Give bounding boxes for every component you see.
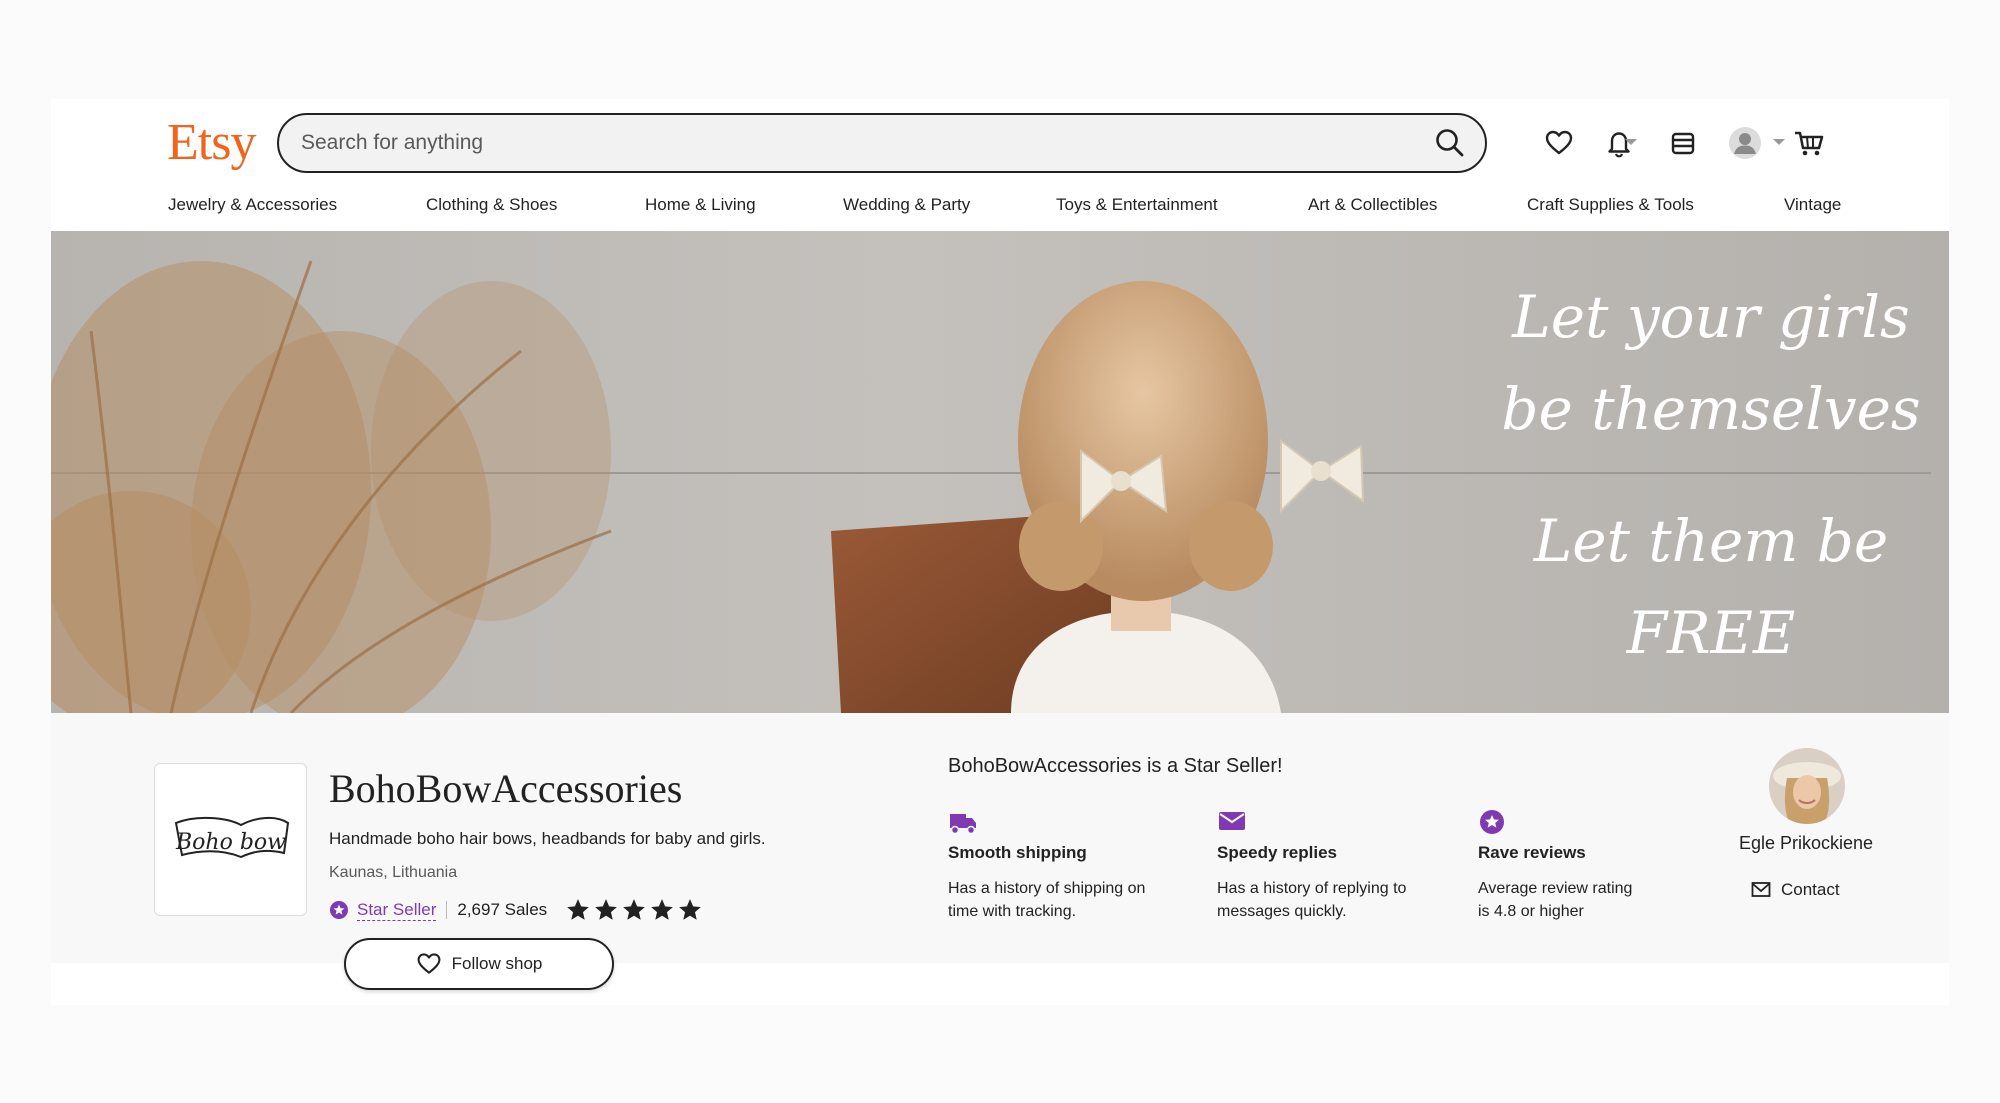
star-icon	[623, 899, 646, 920]
banner-text-line-3: Let them be	[1533, 507, 1889, 575]
shop-description: Handmade boho hair bows, headbands for b…	[329, 829, 766, 848]
follow-shop-label: Follow shop	[451, 954, 543, 973]
account-button[interactable]	[1725, 123, 1765, 163]
shop-info: Boho bow BohoBowAccessories Handmade boh…	[51, 713, 1949, 990]
search-button[interactable]	[1433, 126, 1467, 160]
shop-banner: Let your girls be themselves Let them be…	[51, 231, 1949, 713]
owner-avatar-image	[1769, 748, 1845, 824]
star-badge-icon	[1480, 810, 1504, 834]
sales-count: 2,697 Sales	[457, 900, 548, 919]
shop-logo-image: Boho bow	[174, 816, 289, 858]
truck-icon	[950, 814, 976, 835]
mail-icon	[1751, 882, 1771, 897]
avatar-icon	[1729, 127, 1761, 159]
star-seller-badge-icon	[330, 901, 348, 919]
feature-title: Rave reviews	[1478, 843, 1586, 862]
nav-item-vintage[interactable]: Vintage	[1784, 195, 1841, 215]
feature-text: Has a history of shipping on time with t…	[948, 880, 1146, 920]
star-icon	[679, 899, 702, 920]
banner-text-line-2: be themselves	[1501, 375, 1921, 443]
nav-item-wedding-party[interactable]: Wedding & Party	[843, 195, 970, 215]
star-icon	[595, 899, 618, 920]
rating-stars[interactable]	[565, 897, 703, 923]
nav-item-clothing[interactable]: Clothing & Shoes	[426, 195, 557, 215]
feature-title: Speedy replies	[1217, 843, 1338, 862]
nav-item-toys[interactable]: Toys & Entertainment	[1056, 195, 1218, 215]
heart-icon	[417, 953, 441, 974]
cart-icon	[1795, 131, 1824, 156]
owner-name: Egle Prikockiene	[1738, 833, 1874, 853]
cart-button[interactable]	[1789, 123, 1829, 163]
shop-logo[interactable]: Boho bow	[154, 763, 307, 916]
shop-stats: Star Seller 2,697 Sales	[329, 897, 703, 923]
banner-text-line-1: Let your girls	[1512, 283, 1910, 351]
feature-rave-reviews: Rave reviews Average review rating is 4.…	[1478, 808, 1718, 923]
star-seller-link[interactable]: Star Seller	[357, 900, 437, 921]
category-nav: Jewelry & Accessories Clothing & Shoes H…	[51, 195, 1949, 231]
divider	[446, 901, 448, 919]
banner-text-line-4: FREE	[1626, 599, 1796, 667]
star-seller-title: BohoBowAccessories is a Star Seller!	[948, 755, 1283, 777]
nav-item-jewelry[interactable]: Jewelry & Accessories	[168, 195, 337, 215]
nav-item-craft-supplies[interactable]: Craft Supplies & Tools	[1527, 195, 1694, 215]
contact-label: Contact	[1781, 880, 1840, 899]
feature-smooth-shipping: Smooth shipping Has a history of shippin…	[948, 808, 1188, 923]
shop-location: Kaunas, Lithuania	[329, 864, 458, 881]
star-icon	[567, 899, 590, 920]
chevron-down-icon	[1773, 139, 1785, 145]
owner-avatar[interactable]	[1769, 748, 1845, 824]
star-icon	[651, 899, 674, 920]
feature-text: Has a history of replying to messages qu…	[1217, 880, 1407, 920]
search-bar	[277, 113, 1487, 173]
favorites-button[interactable]	[1539, 123, 1579, 163]
shop-manager-button[interactable]	[1663, 123, 1703, 163]
header: Etsy Search for anything Jewelry & Acces…	[51, 99, 1949, 231]
search-input[interactable]	[301, 115, 1381, 171]
shop-name: BohoBowAccessories	[329, 766, 683, 811]
feature-text: Average review rating is 4.8 or higher	[1478, 880, 1633, 920]
contact-button[interactable]: Contact	[1751, 880, 1840, 900]
chevron-down-icon	[1625, 139, 1637, 145]
svg-text:Boho bow: Boho bow	[175, 830, 286, 855]
follow-shop-button[interactable]: Follow shop	[344, 938, 614, 990]
envelope-icon	[1219, 812, 1245, 830]
etsy-logo[interactable]: Etsy	[167, 113, 256, 172]
store-icon	[1671, 132, 1695, 155]
search-icon	[1436, 129, 1464, 157]
nav-item-home-living[interactable]: Home & Living	[645, 195, 756, 215]
nav-item-art[interactable]: Art & Collectibles	[1308, 195, 1437, 215]
feature-speedy-replies: Speedy replies Has a history of replying…	[1217, 808, 1457, 923]
page-frame: Etsy Search for anything Jewelry & Acces…	[51, 99, 1949, 1005]
feature-title: Smooth shipping	[948, 843, 1087, 862]
heart-icon	[1545, 130, 1573, 155]
